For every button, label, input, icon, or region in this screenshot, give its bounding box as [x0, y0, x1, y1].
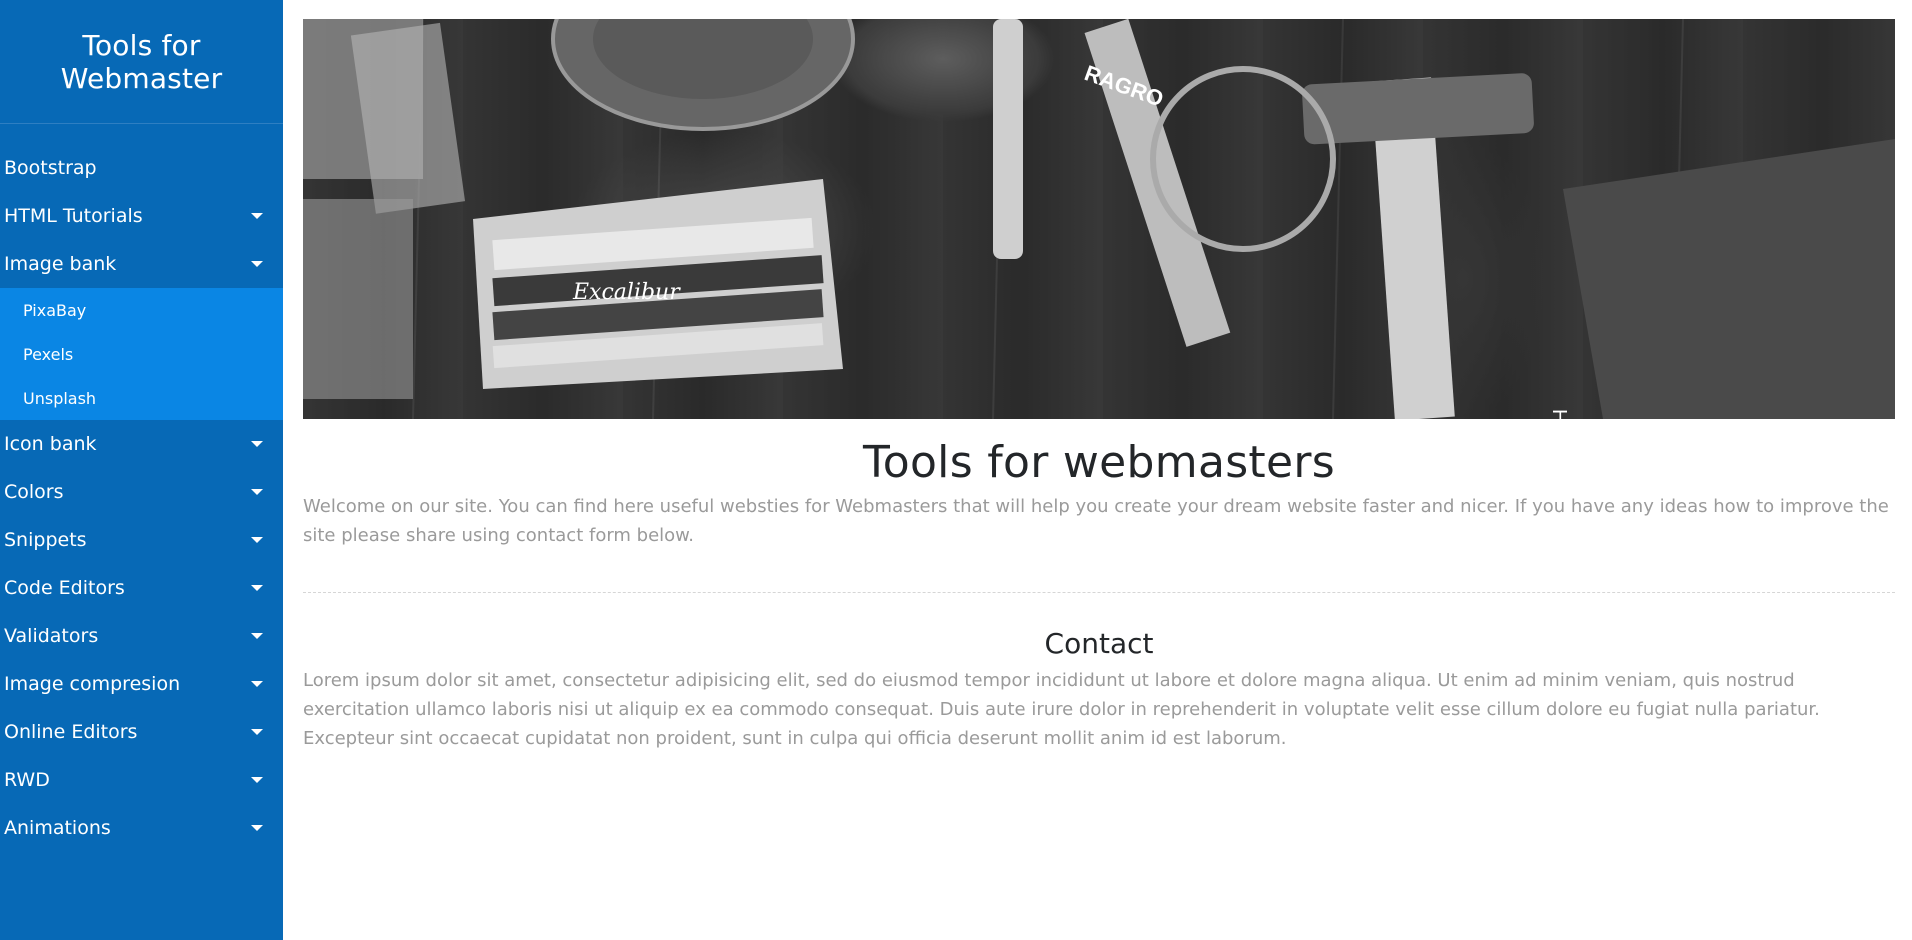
sidebar-item-code-editors[interactable]: Code Editors	[0, 564, 283, 612]
caret-down-icon	[251, 489, 263, 495]
submenu-item-unsplash[interactable]: Unsplash	[0, 376, 283, 420]
sidebar-item-label: Online Editors	[4, 721, 138, 743]
sidebar-menu: Bootstrap HTML Tutorials Image bank Pixa…	[0, 144, 283, 852]
submenu-item-label: PixaBay	[23, 300, 87, 320]
sidebar-item-label: Code Editors	[4, 577, 125, 599]
sidebar-item-label: Validators	[4, 625, 99, 647]
main-content: Excalibur HERRAG RAGRO Tools for webmast…	[303, 19, 1895, 753]
caret-down-icon	[251, 213, 263, 219]
sidebar-item-label: Colors	[4, 481, 64, 503]
sidebar-item-animations[interactable]: Animations	[0, 804, 283, 852]
caret-down-icon	[251, 441, 263, 447]
sidebar-item-online-editors[interactable]: Online Editors	[0, 708, 283, 756]
intro-text: Welcome on our site. You can find here u…	[303, 496, 1889, 546]
caret-down-icon	[251, 729, 263, 735]
sidebar-item-image-compresion[interactable]: Image compresion	[0, 660, 283, 708]
site-brand-text: Tools for Webmaster	[60, 28, 223, 95]
sidebar-item-label: Icon bank	[4, 433, 97, 455]
caret-down-icon	[251, 585, 263, 591]
hero-label-herrag: HERRAG	[1548, 409, 1570, 419]
sidebar-item-label: Animations	[4, 817, 111, 839]
caret-down-icon	[251, 777, 263, 783]
caret-down-icon	[251, 681, 263, 687]
sidebar-item-image-bank[interactable]: Image bank	[0, 240, 283, 288]
caret-down-icon	[251, 633, 263, 639]
image-bank-submenu: PixaBay Pexels Unsplash	[0, 288, 283, 420]
sidebar-item-validators[interactable]: Validators	[0, 612, 283, 660]
caret-down-icon	[251, 825, 263, 831]
contact-text: Lorem ipsum dolor sit amet, consectetur …	[303, 670, 1820, 749]
sidebar-item-label: RWD	[4, 769, 50, 791]
section-divider	[303, 592, 1895, 593]
hero-label-excalibur: Excalibur	[572, 280, 681, 305]
page-title: Tools for webmasters	[863, 437, 1335, 488]
sidebar: Tools for Webmaster Bootstrap HTML Tutor…	[0, 0, 283, 940]
sidebar-item-snippets[interactable]: Snippets	[0, 516, 283, 564]
sidebar-item-label: Bootstrap	[4, 157, 97, 179]
site-brand[interactable]: Tools for Webmaster	[0, 0, 283, 124]
image-bank-submenu-wrapper: PixaBay Pexels Unsplash	[0, 288, 283, 420]
sidebar-item-colors[interactable]: Colors	[0, 468, 283, 516]
submenu-item-pexels[interactable]: Pexels	[0, 332, 283, 376]
caret-down-icon	[251, 261, 263, 267]
contact-title: Contact	[1044, 627, 1154, 660]
submenu-item-label: Pexels	[23, 344, 74, 364]
sidebar-item-bootstrap[interactable]: Bootstrap	[0, 144, 283, 192]
sidebar-item-icon-bank[interactable]: Icon bank	[0, 420, 283, 468]
sidebar-item-label: Snippets	[4, 529, 87, 551]
sidebar-item-label: Image bank	[4, 253, 117, 275]
sidebar-item-html-tutorials[interactable]: HTML Tutorials	[0, 192, 283, 240]
hero-image: Excalibur HERRAG RAGRO	[303, 19, 1895, 419]
sidebar-item-rwd[interactable]: RWD	[0, 756, 283, 804]
sidebar-item-label: Image compresion	[4, 673, 181, 695]
tools-illustration: Excalibur HERRAG RAGRO	[303, 19, 1895, 419]
caret-down-icon	[251, 537, 263, 543]
sidebar-item-label: HTML Tutorials	[4, 205, 143, 227]
submenu-item-pixabay[interactable]: PixaBay	[0, 288, 283, 332]
submenu-item-label: Unsplash	[23, 388, 97, 408]
